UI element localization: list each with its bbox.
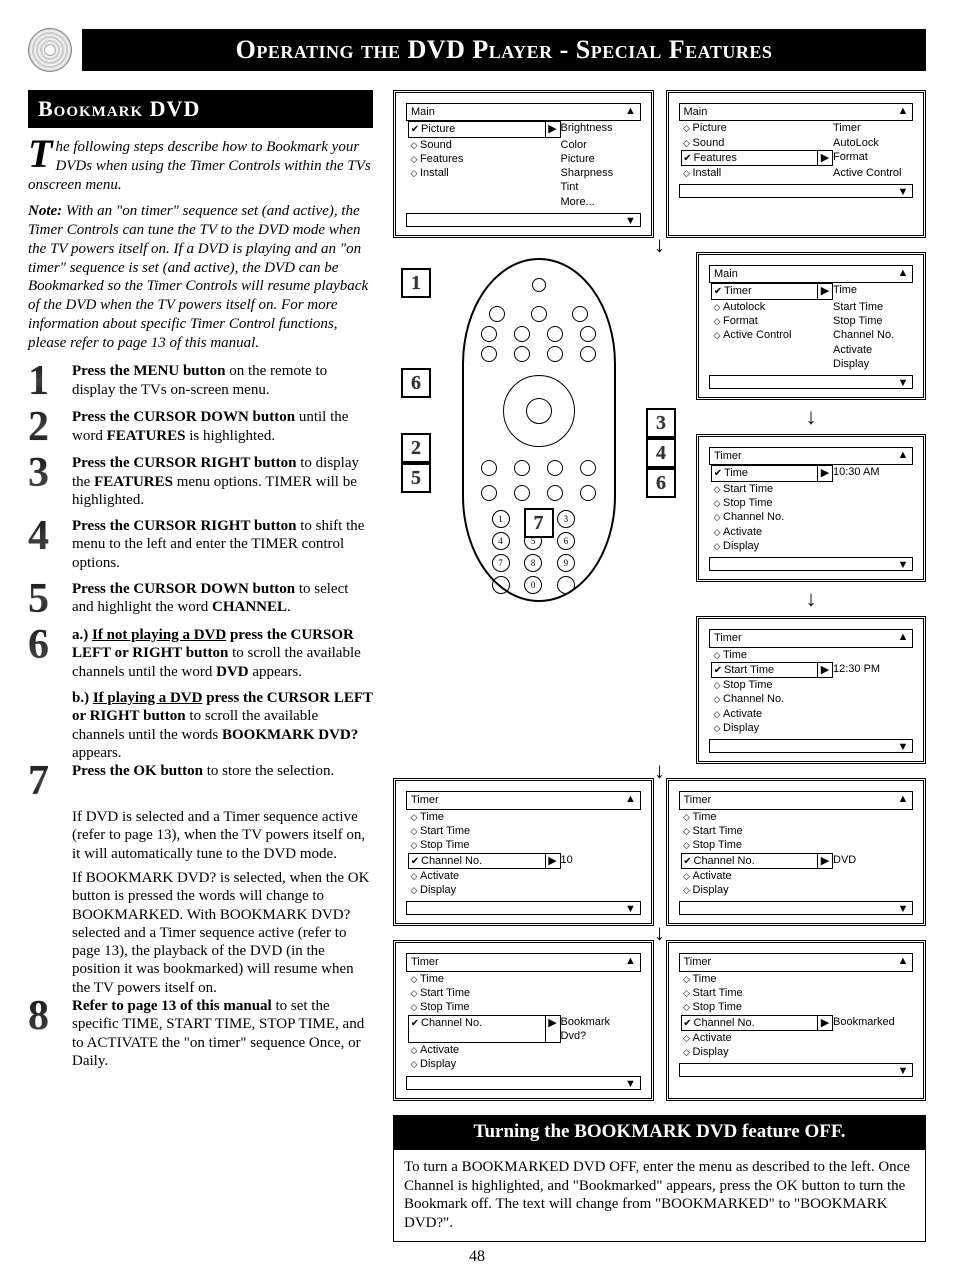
step-number: 1 <box>28 362 62 400</box>
menu-timer-time: TimerTime▶10:30 AMStart TimeStop TimeCha… <box>696 434 926 582</box>
step-text: a.) If not playing a DVD press the CURSO… <box>72 626 373 681</box>
steps-list: 1 Press the MENU button on the remote to … <box>28 362 373 1070</box>
menu-timer-starttime: TimerTimeStart Time▶12:30 PMStop TimeCha… <box>696 616 926 764</box>
menu-main-timer: MainTimer▶TimeAutolockStart TimeFormatSt… <box>696 252 926 400</box>
arrow-down-icon: ↓ <box>696 408 926 426</box>
callout-1: 1 <box>401 268 431 298</box>
step-number: 4 <box>28 517 62 572</box>
callout-6l: 6 <box>401 368 431 398</box>
step-text: Press the CURSOR DOWN button to select a… <box>72 580 373 618</box>
dropcap: T <box>28 138 55 170</box>
callout-3: 3 <box>646 408 676 438</box>
disc-icon <box>28 28 72 72</box>
callout-6r: 6 <box>646 468 676 498</box>
remote-diagram: 1234567890 1 6 2 5 3 4 6 7 <box>393 258 684 758</box>
turnoff-body: To turn a BOOKMARKED DVD OFF, enter the … <box>393 1149 926 1242</box>
arrow-down-icon: ↓ <box>696 590 926 608</box>
step-text: Press the CURSOR RIGHT button to shift t… <box>72 517 373 572</box>
intro-paragraph: The following steps describe how to Book… <box>28 138 373 194</box>
callout-7: 7 <box>524 508 554 538</box>
callout-4: 4 <box>646 438 676 468</box>
step-number: 3 <box>28 454 62 509</box>
page-number: 48 <box>28 1248 926 1266</box>
note-paragraph: Note: With an "on timer" sequence set (a… <box>28 202 373 352</box>
figure-panel: MainPicture▶BrightnessSoundColorFeatures… <box>393 90 926 1242</box>
step-number: 5 <box>28 580 62 618</box>
menu-timer-bookmarked: TimerTimeStart TimeStop TimeChannel No.▶… <box>666 940 927 1100</box>
menu-main-features: MainPictureTimerSoundAutoLockFeatures▶Fo… <box>666 90 927 238</box>
menu-timer-ch10: TimerTimeStart TimeStop TimeChannel No.▶… <box>393 778 654 926</box>
section-heading: Bookmark DVD <box>28 90 373 128</box>
callout-5: 5 <box>401 463 431 493</box>
turnoff-heading: Turning the BOOKMARK DVD feature OFF. <box>393 1115 926 1149</box>
step-number: 2 <box>28 408 62 446</box>
step-text: Refer to page 13 of this manual to set t… <box>72 997 373 1070</box>
page-title: Operating the DVD Player - Special Featu… <box>236 35 773 64</box>
menu-main-picture: MainPicture▶BrightnessSoundColorFeatures… <box>393 90 654 238</box>
menu-timer-chdvd: TimerTimeStart TimeStop TimeChannel No.▶… <box>666 778 927 926</box>
step-number: 7 <box>28 762 62 800</box>
page-title-bar: Operating the DVD Player - Special Featu… <box>82 29 926 71</box>
step-text: Press the CURSOR DOWN button until the w… <box>72 408 373 446</box>
step-number: 8 <box>28 997 62 1070</box>
step-text: Press the CURSOR RIGHT button to display… <box>72 454 373 509</box>
menu-timer-bookmarkq: TimerTimeStart TimeStop TimeChannel No.▶… <box>393 940 654 1100</box>
step-text: Press the OK button to store the selecti… <box>72 762 373 800</box>
step-text: Press the MENU button on the remote to d… <box>72 362 373 400</box>
callout-2: 2 <box>401 433 431 463</box>
step-number: 6 <box>28 626 62 681</box>
